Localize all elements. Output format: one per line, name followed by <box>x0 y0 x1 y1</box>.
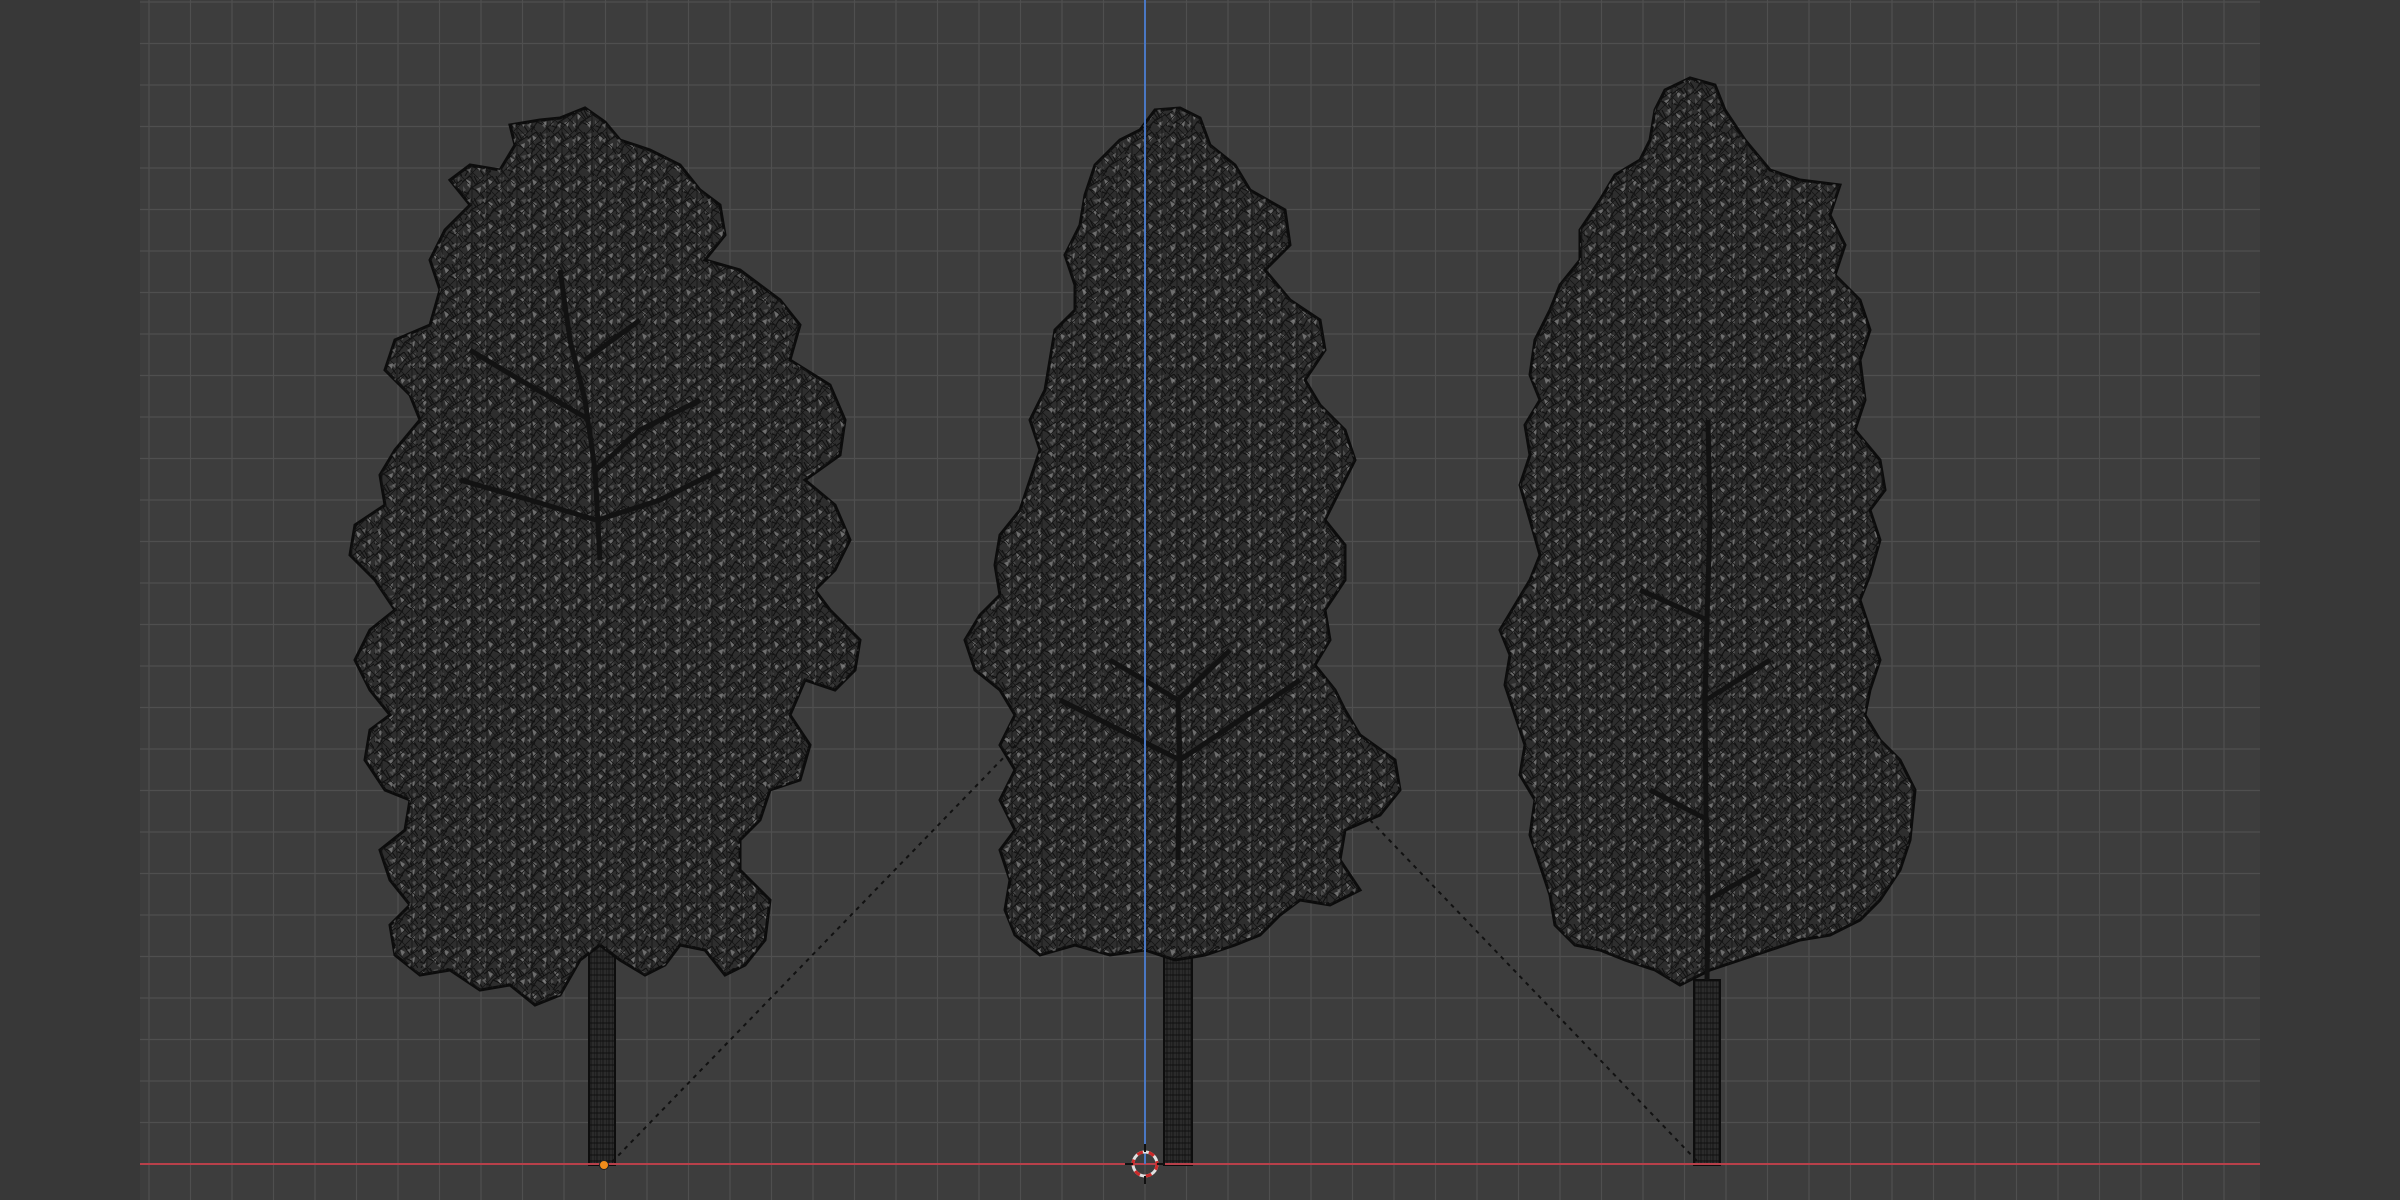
3d-viewport[interactable] <box>0 0 2400 1200</box>
tree-right-trunk <box>1693 979 1721 1166</box>
tree-left-foliage-detail <box>350 108 860 1005</box>
tree-center-foliage-detail <box>965 108 1400 960</box>
object-origin-icon[interactable] <box>599 1160 609 1170</box>
viewport-canvas[interactable] <box>0 0 2400 1200</box>
tree-right[interactable] <box>1498 76 1917 1166</box>
tree-center[interactable] <box>963 106 1402 1166</box>
tree-left[interactable] <box>348 106 862 1166</box>
